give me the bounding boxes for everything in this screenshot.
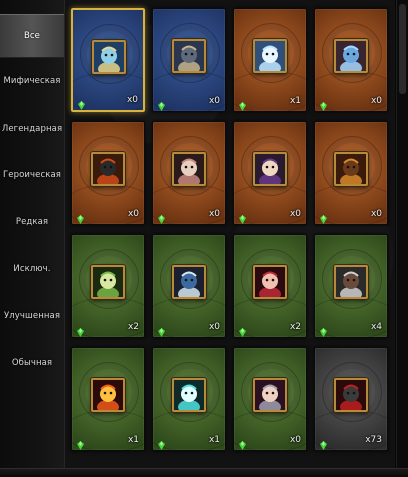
gem-icon <box>320 96 327 111</box>
hero-card[interactable]: x2 <box>71 234 145 338</box>
hero-card[interactable]: x1 <box>233 8 307 112</box>
card-count: x0 <box>370 209 382 219</box>
tab-label: Героическая <box>2 170 61 180</box>
hero-card[interactable]: x73 <box>314 347 388 451</box>
witch-icon <box>253 152 287 186</box>
tab-heroic[interactable]: Героическая <box>0 154 64 196</box>
tab-all[interactable]: Все <box>0 14 64 58</box>
dark-elf-icon <box>253 378 287 412</box>
rarity-filter-sidebar: Все Мифическая Легендарная Героическая Р… <box>0 0 64 476</box>
card-count: x1 <box>289 96 301 106</box>
gem-icon <box>320 435 327 450</box>
crystal-spirit-icon <box>334 39 368 73</box>
gem-icon <box>320 322 327 337</box>
hero-card[interactable]: x1 <box>152 347 226 451</box>
crystal-ball-icon <box>172 378 206 412</box>
card-count: x0 <box>208 322 220 332</box>
hero-card[interactable]: x0 <box>233 347 307 451</box>
hero-card[interactable]: x0 <box>152 121 226 225</box>
red-goblin-icon <box>334 378 368 412</box>
fire-imp-icon <box>91 378 125 412</box>
gem-icon <box>320 209 327 224</box>
tab-exclusive[interactable]: Исключ. <box>0 248 64 290</box>
card-count: x1 <box>208 435 220 445</box>
hero-card[interactable]: x0 <box>71 8 145 112</box>
hero-card[interactable]: x0 <box>152 234 226 338</box>
hero-card[interactable]: x0 <box>314 8 388 112</box>
gem-icon <box>158 96 165 111</box>
tab-label: Редкая <box>15 217 49 227</box>
tab-mythic[interactable]: Мифическая <box>0 60 64 102</box>
scroll-thumb[interactable] <box>399 4 406 94</box>
card-count: x2 <box>289 322 301 332</box>
card-count: x0 <box>289 209 301 219</box>
gem-icon <box>158 322 165 337</box>
spider-monster-icon <box>172 152 206 186</box>
hero-card[interactable]: x1 <box>71 347 145 451</box>
card-count: x0 <box>208 209 220 219</box>
tab-label: Все <box>23 31 41 41</box>
tab-label: Исключ. <box>13 264 51 274</box>
old-sage-icon <box>334 265 368 299</box>
tab-common[interactable]: Обычная <box>0 342 64 384</box>
tab-label: Мифическая <box>3 76 61 86</box>
hero-card[interactable]: x0 <box>314 121 388 225</box>
gem-icon <box>77 209 84 224</box>
dark-knight-icon <box>172 39 206 73</box>
hero-card[interactable]: x0 <box>71 121 145 225</box>
tab-label: Улучшенная <box>3 311 61 321</box>
gem-icon <box>239 209 246 224</box>
card-count: x1 <box>127 435 139 445</box>
gem-icon <box>77 322 84 337</box>
gem-icon <box>158 435 165 450</box>
gem-icon <box>239 435 246 450</box>
ice-fairy-icon <box>92 40 126 74</box>
card-count: x4 <box>370 322 382 332</box>
tab-rare[interactable]: Редкая <box>0 201 64 243</box>
hero-card[interactable]: x2 <box>233 234 307 338</box>
gem-icon <box>77 435 84 450</box>
gem-icon <box>239 322 246 337</box>
card-count: x2 <box>127 322 139 332</box>
gem-icon <box>78 95 85 110</box>
hero-card[interactable]: x0 <box>152 8 226 112</box>
card-count: x73 <box>365 435 382 445</box>
card-count: x0 <box>126 95 138 105</box>
fire-beast-icon <box>91 152 125 186</box>
hero-card[interactable]: x4 <box>314 234 388 338</box>
card-grid: x0 x0 x1 x0 x0 x0 x0 x0 x2 x0 x2 x4 x1 x… <box>64 0 395 468</box>
tab-legendary[interactable]: Легендарная <box>0 108 64 150</box>
tab-label: Обычная <box>11 358 53 368</box>
card-count: x0 <box>289 435 301 445</box>
toad-icon <box>91 265 125 299</box>
gem-icon <box>239 96 246 111</box>
tiki-mask-icon <box>334 152 368 186</box>
scrollbar[interactable] <box>396 0 408 468</box>
red-ninja-icon <box>253 265 287 299</box>
blue-beast-icon <box>172 265 206 299</box>
card-count: x0 <box>208 96 220 106</box>
blue-ghost-icon <box>253 39 287 73</box>
card-count: x0 <box>370 96 382 106</box>
hero-card[interactable]: x0 <box>233 121 307 225</box>
card-count: x0 <box>127 209 139 219</box>
tab-label: Легендарная <box>1 124 63 134</box>
tab-improved[interactable]: Улучшенная <box>0 295 64 337</box>
gem-icon <box>158 209 165 224</box>
